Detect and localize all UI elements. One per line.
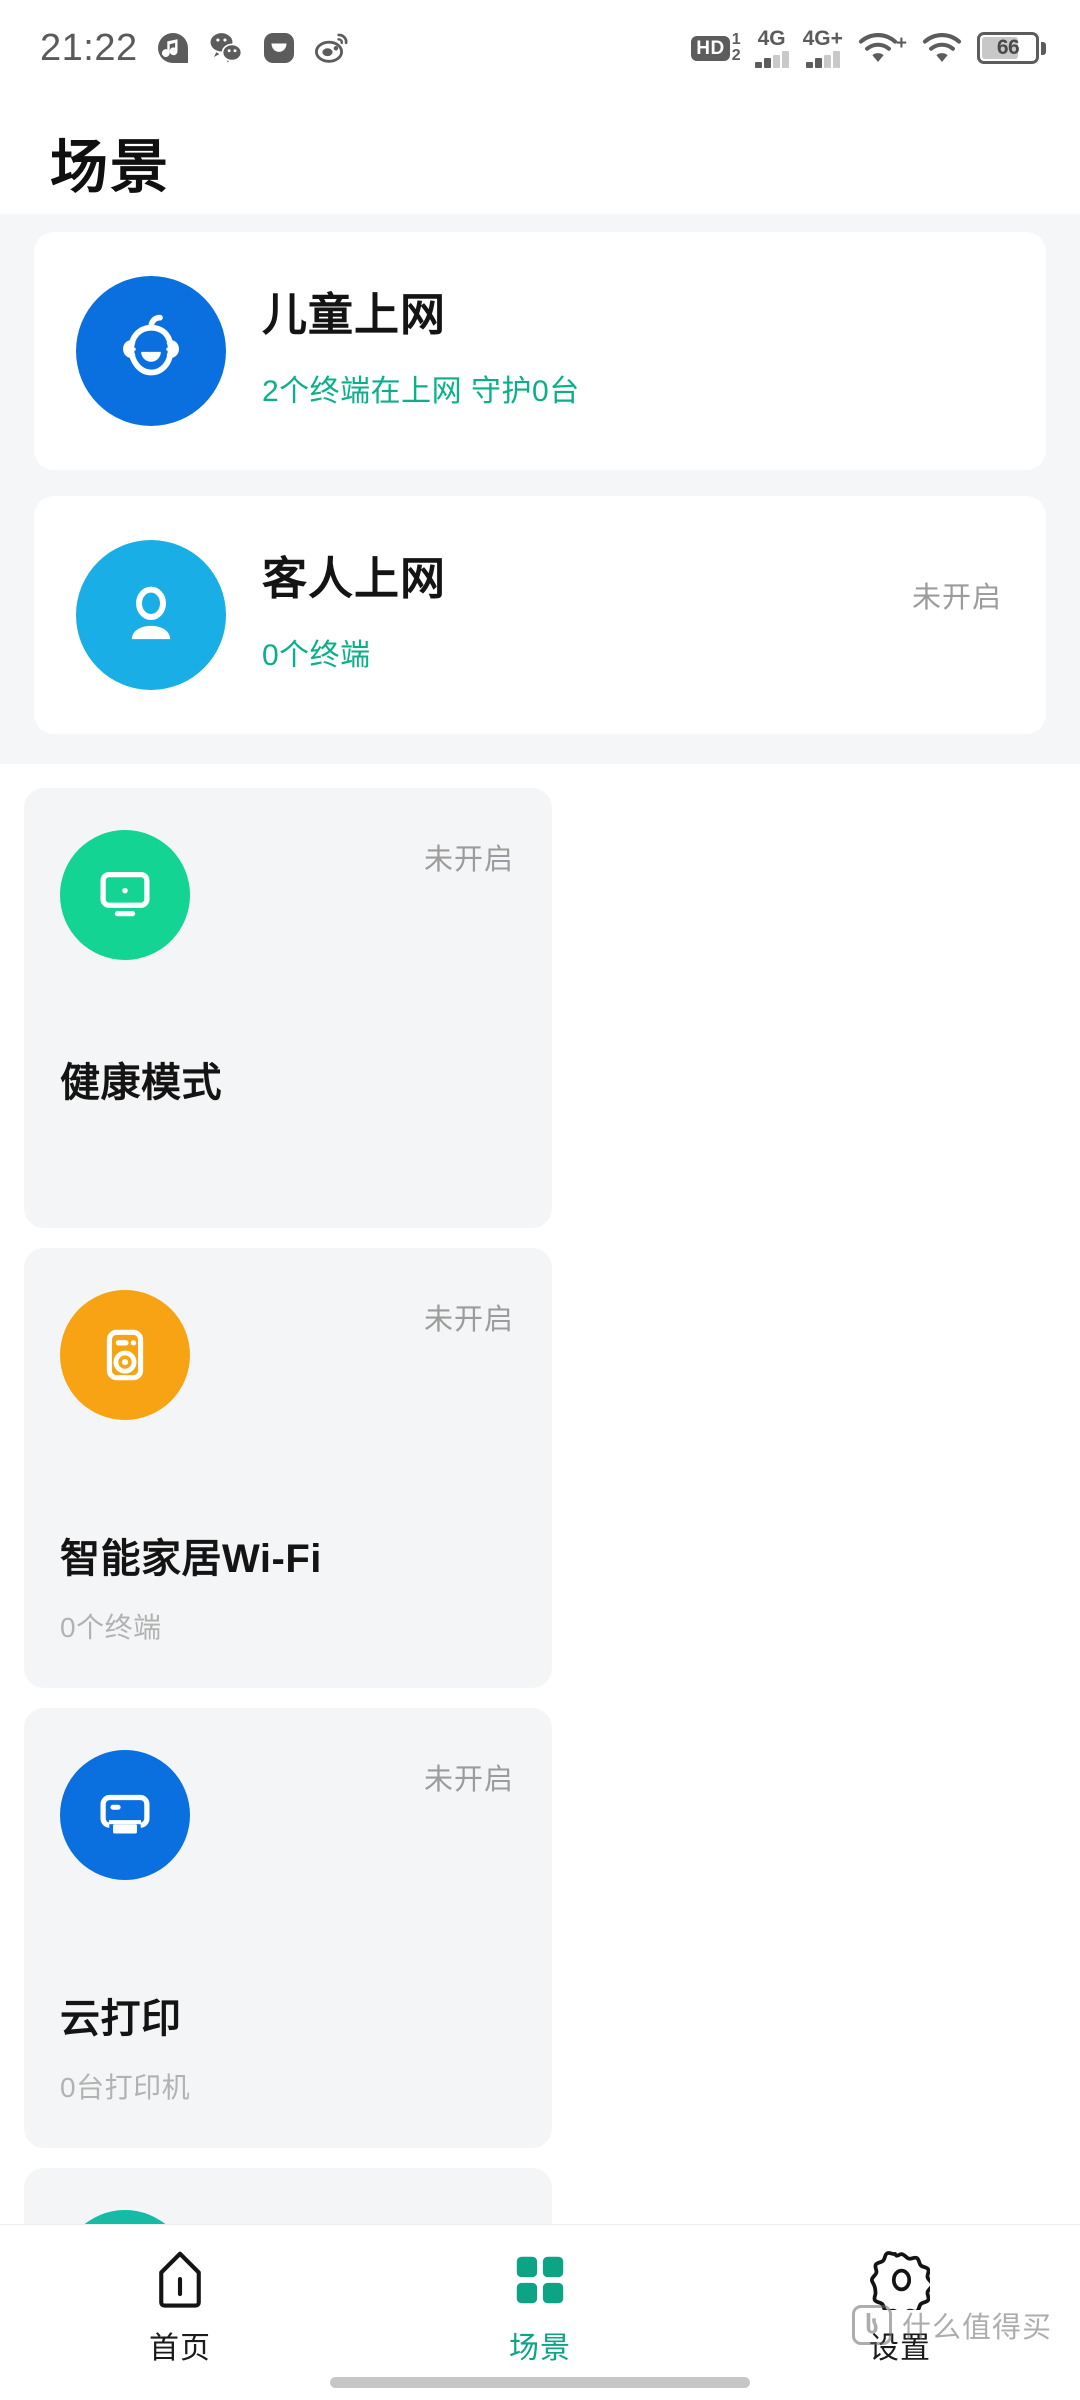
tile-title: 智能家居Wi-Fi: [60, 1537, 322, 1581]
status-bar-clock: 21:22: [40, 26, 138, 69]
grid-squares-icon: [511, 2247, 569, 2313]
scroll-container[interactable]: 儿童上网 2个终端在上网 守护0台 客人上网 0个终端 未开启 未开启 健康模式…: [0, 214, 1080, 2224]
watermark-badge-icon: ს: [851, 2305, 892, 2345]
tile-cloud-print[interactable]: 未开启 云打印 0台打印机: [24, 1708, 552, 2148]
hd-badge-label: HD: [691, 35, 730, 61]
music-note-icon: [157, 33, 188, 63]
printer-icon: [60, 1750, 190, 1880]
signal-bars-sim1: [754, 51, 789, 68]
wifi-plus-symbol: +: [895, 33, 907, 54]
battery-percent-label: 66: [996, 36, 1020, 59]
feature-card-status: 未开启: [911, 582, 1002, 614]
signal-icon-sim1: 4G: [754, 27, 789, 68]
tile-subtitle: 0个终端: [60, 1612, 162, 1643]
watermark-text: 什么值得买: [901, 2312, 1052, 2344]
monitor-icon: [60, 830, 190, 960]
home-indicator[interactable]: [330, 2377, 750, 2388]
battery-icon: 66: [977, 32, 1046, 64]
smart-speaker-icon: [60, 1290, 190, 1420]
feature-cards-section: 儿童上网 2个终端在上网 守护0台 客人上网 0个终端 未开启: [0, 214, 1080, 764]
signal-bars-sim2: [805, 51, 840, 68]
hd-sim-1: 1: [731, 30, 741, 48]
gamepad-icon: [60, 2210, 190, 2224]
feature-card-texts: 儿童上网 2个终端在上网 守护0台: [262, 276, 1006, 410]
page-title: 场景: [50, 135, 171, 200]
nav-item-scenes[interactable]: 场景: [440, 2247, 640, 2367]
signal-label-sim2: 4G+: [802, 27, 843, 50]
feature-card-subtitle: 2个终端在上网 守护0台: [262, 374, 580, 408]
wifi-icon-secondary: [922, 33, 962, 62]
battery-body: 66: [977, 32, 1039, 64]
watermark: ს 什么值得买: [851, 2304, 1052, 2346]
tile-status: 未开启: [424, 2216, 514, 2224]
scene-tiles-grid: 未开启 健康模式 未开启 智能家居Wi-Fi 0个终端 未开启 云打印 0台打印…: [0, 764, 1080, 2224]
tile-game-boost[interactable]: 未开启 游戏加速: [24, 2168, 552, 2224]
weibo-icon: [314, 33, 348, 63]
battery-tip: [1041, 41, 1046, 55]
feature-card-title: 客人上网: [262, 553, 447, 604]
tile-status: 未开启: [423, 1764, 514, 1796]
status-bar: 21:22 HD 1 2 4G 4G+ + 66: [0, 0, 1080, 96]
hd-sim-numbers: 1 2: [731, 30, 741, 65]
feature-card-title: 儿童上网: [262, 289, 447, 340]
tile-health-mode[interactable]: 未开启 健康模式: [24, 788, 552, 1228]
child-face-icon: [76, 276, 226, 426]
feature-card-child-internet[interactable]: 儿童上网 2个终端在上网 守护0台: [34, 232, 1046, 470]
tile-subtitle: 0台打印机: [60, 2072, 191, 2103]
nav-item-home[interactable]: 首页: [80, 2247, 280, 2367]
guest-user-icon: [76, 540, 226, 690]
bottom-navigation-bar: 首页 场景 设置 ს 什么值得买: [0, 2224, 1080, 2400]
status-bar-left: 21:22: [40, 27, 350, 70]
tile-title: 云打印: [60, 1997, 182, 2041]
phone-screen: 21:22 HD 1 2 4G 4G+ + 66 场景 儿童上网 2个终端在上网…: [0, 0, 1080, 2400]
signal-label-sim1: 4G: [757, 27, 786, 50]
tile-title: 健康模式: [60, 1061, 222, 1105]
signal-icon-sim2: 4G+: [803, 28, 843, 68]
nav-label-home: 首页: [149, 2332, 211, 2365]
feature-card-guest-internet[interactable]: 客人上网 0个终端 未开启: [34, 496, 1046, 734]
tile-smart-home-wifi[interactable]: 未开启 智能家居Wi-Fi 0个终端: [24, 1248, 552, 1688]
wifi-icon-primary: [858, 33, 897, 62]
hd-sim-2: 2: [731, 47, 741, 64]
wechat-icon: [210, 33, 242, 65]
home-icon: [151, 2247, 209, 2313]
nav-label-scenes: 场景: [509, 2332, 571, 2365]
feature-card-texts: 客人上网 0个终端: [262, 540, 1006, 674]
mail-icon: [263, 33, 294, 63]
wifi-plus-icon: +: [857, 31, 907, 65]
status-bar-right: HD 1 2 4G 4G+ + 66: [691, 28, 1046, 68]
feature-card-subtitle: 0个终端: [262, 638, 371, 672]
tile-status: 未开启: [423, 844, 514, 876]
hd-volte-icon: HD 1 2: [691, 30, 741, 65]
tile-status: 未开启: [423, 1304, 514, 1336]
